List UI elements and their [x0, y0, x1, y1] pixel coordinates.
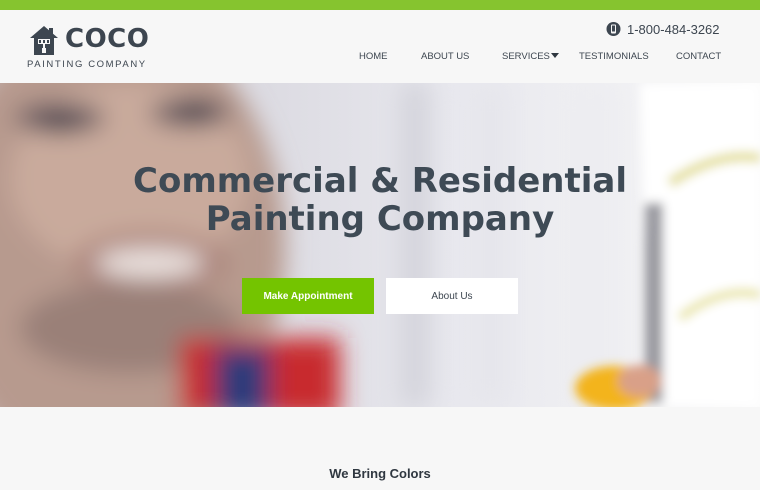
site-header: COCO PAINTING COMPANY 1-800-484-3262: [0, 10, 760, 83]
nav-home[interactable]: HOME: [359, 51, 388, 62]
hero-headline-line1: Commercial & Residential: [133, 161, 627, 201]
hero-headline: Commercial & Residential Painting Compan…: [80, 162, 680, 238]
caret-down-icon[interactable]: [551, 53, 559, 58]
about-us-button[interactable]: About Us: [386, 278, 518, 314]
phone-contact[interactable]: 1-800-484-3262: [606, 20, 720, 38]
hero-photo: [0, 83, 760, 407]
hero-banner: [0, 83, 760, 407]
make-appointment-button[interactable]: Make Appointment: [242, 278, 374, 314]
hero-headline-line2: Painting Company: [205, 199, 555, 239]
brand-name: COCO: [65, 24, 150, 54]
phone-icon: [606, 22, 621, 36]
nav-contact[interactable]: CONTACT: [676, 51, 721, 62]
nav-testimonials[interactable]: TESTIMONIALS: [579, 51, 649, 62]
phone-number: 1-800-484-3262: [627, 21, 720, 37]
nav-services[interactable]: SERVICES: [502, 51, 550, 62]
top-accent-bar: [0, 0, 760, 10]
nav-about-us[interactable]: ABOUT US: [421, 51, 469, 62]
section-title: We Bring Colors: [329, 466, 431, 481]
main-nav: HOME ABOUT US SERVICES TESTIMONIALS CONT…: [0, 51, 760, 65]
